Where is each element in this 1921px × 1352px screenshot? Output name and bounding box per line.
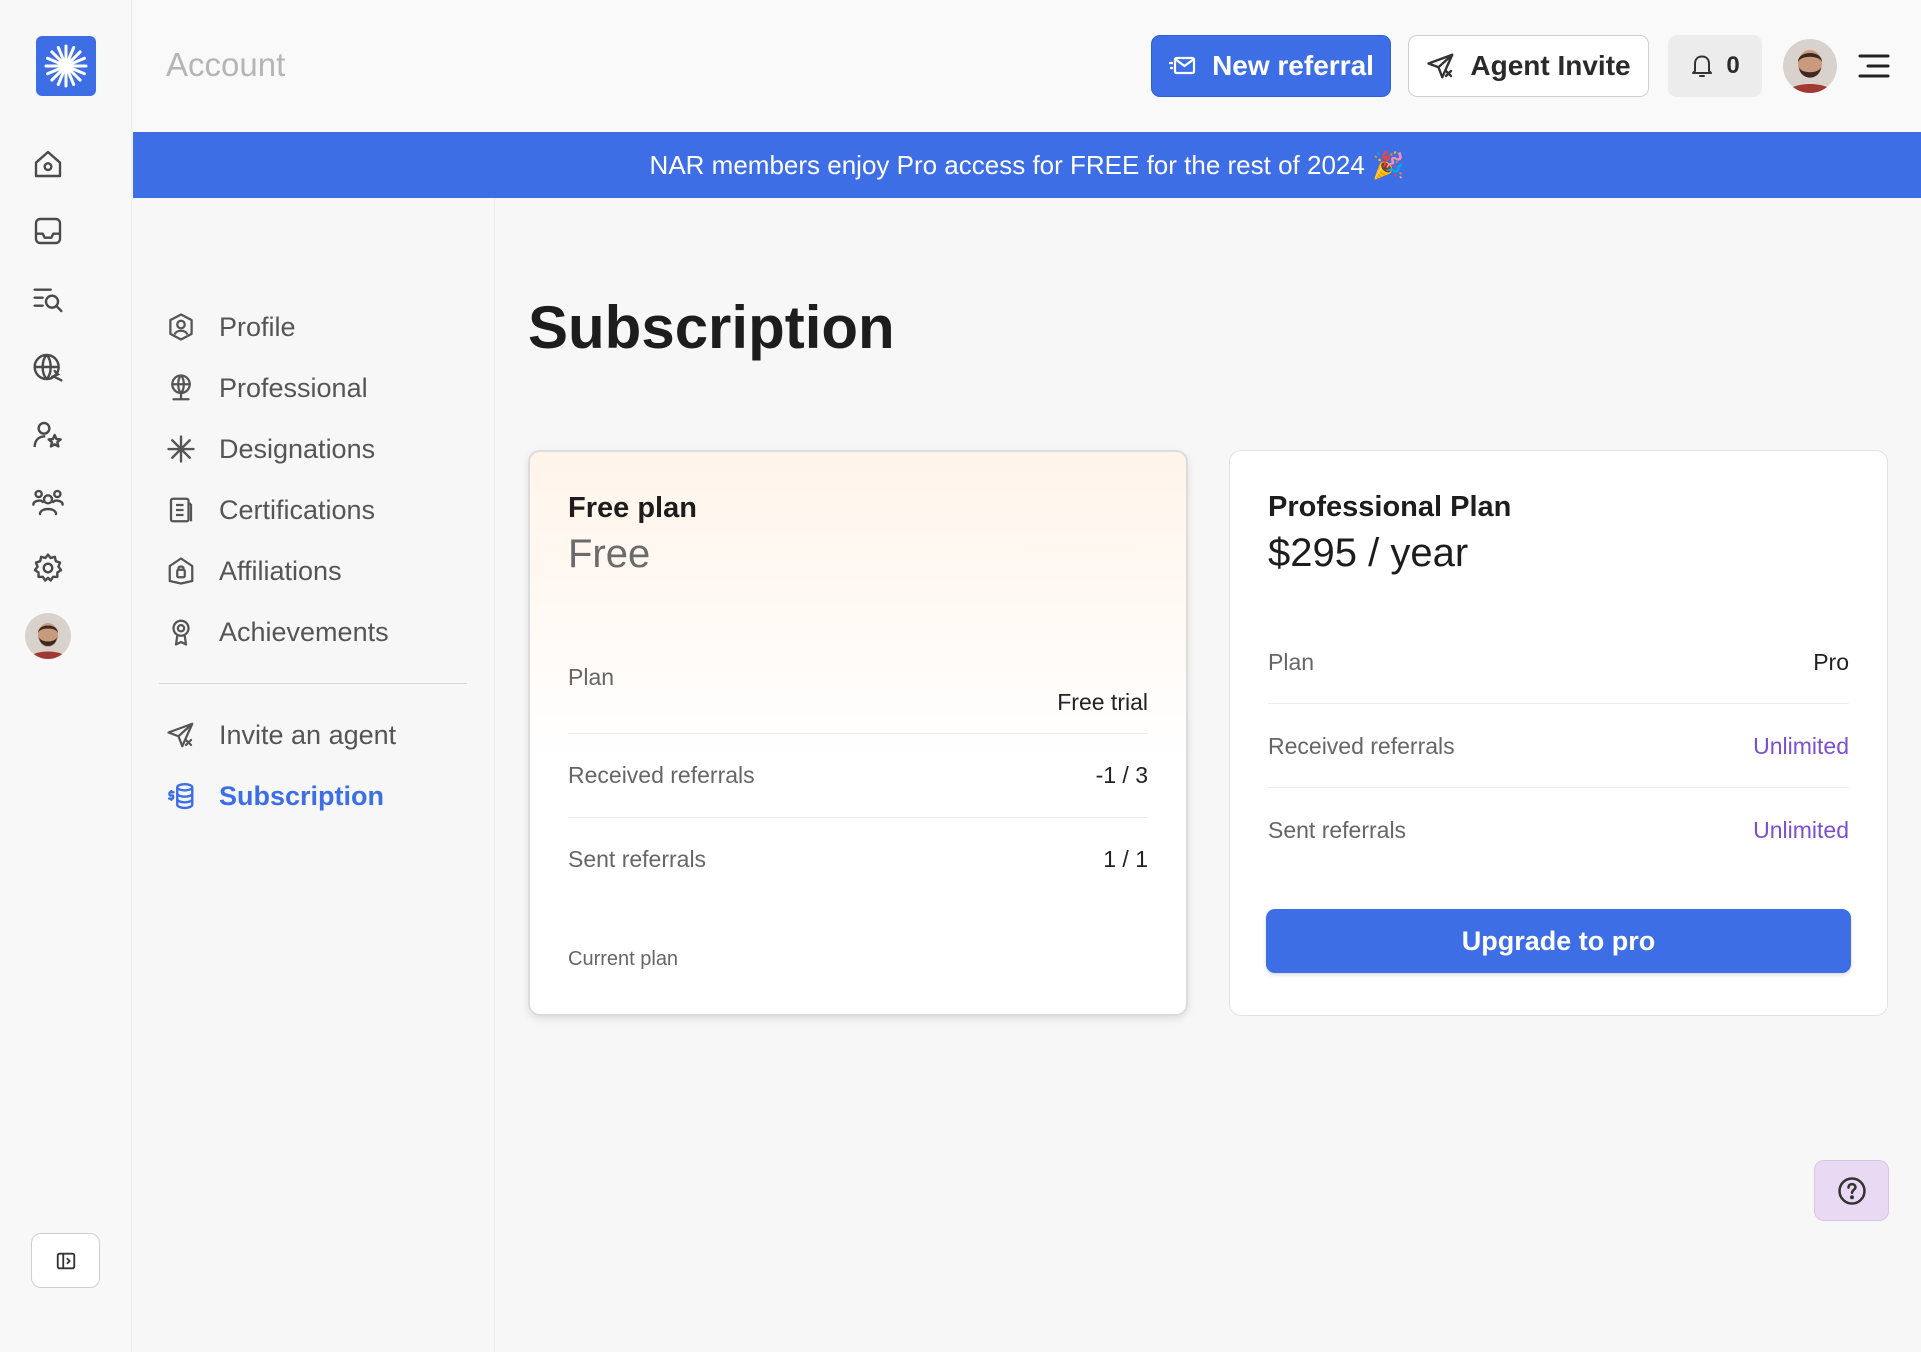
rail-user-avatar[interactable] bbox=[25, 613, 71, 659]
inbox-icon[interactable] bbox=[30, 213, 66, 249]
globe-icon[interactable] bbox=[30, 349, 66, 385]
notification-count: 0 bbox=[1726, 52, 1740, 79]
new-referral-label: New referral bbox=[1212, 50, 1374, 81]
agent-invite-button[interactable]: Agent Invite bbox=[1408, 35, 1649, 97]
nav-divider bbox=[159, 683, 467, 684]
nav-item-label: Invite an agent bbox=[219, 719, 397, 750]
gear-icon[interactable] bbox=[30, 550, 66, 586]
free-plan-card: Free plan Free Plan Free trial Received … bbox=[528, 450, 1188, 1016]
row-divider bbox=[568, 817, 1148, 818]
asterisk-icon bbox=[165, 433, 197, 465]
nav-item-label: Professional bbox=[219, 372, 368, 403]
row-label: Received referrals bbox=[568, 762, 755, 788]
top-header: Account New referral Agent Invite 0 bbox=[133, 0, 1921, 132]
page-title: Subscription bbox=[528, 294, 895, 361]
nav-item-invite-agent[interactable]: Invite an agent bbox=[165, 713, 396, 757]
promo-banner-text: NAR members enjoy Pro access for FREE fo… bbox=[649, 149, 1405, 180]
hamburger-icon bbox=[1858, 54, 1890, 78]
row-label: Sent referrals bbox=[568, 846, 707, 872]
nav-item-professional[interactable]: Professional bbox=[165, 366, 368, 410]
upgrade-to-pro-button[interactable]: Upgrade to pro bbox=[1266, 909, 1851, 973]
received-referrals-row: Received referrals -1 / 3 bbox=[568, 762, 1148, 789]
plan-row: Plan Free trial bbox=[568, 664, 1148, 724]
coins-icon bbox=[165, 780, 197, 812]
users-icon[interactable] bbox=[30, 484, 66, 520]
help-button[interactable] bbox=[1814, 1160, 1889, 1221]
nav-item-profile[interactable]: Profile bbox=[165, 305, 296, 349]
nav-item-affiliations[interactable]: Affiliations bbox=[165, 549, 342, 593]
document-icon bbox=[165, 494, 197, 526]
row-value: -1 / 3 bbox=[1095, 762, 1148, 788]
row-label: Received referrals bbox=[1268, 733, 1455, 759]
row-value: Pro bbox=[1813, 649, 1849, 675]
row-label: Plan bbox=[1268, 649, 1315, 675]
app-rail bbox=[0, 0, 132, 1352]
row-label: Sent referrals bbox=[1268, 817, 1407, 843]
plan-name: Professional Plan bbox=[1268, 491, 1512, 523]
sidebar-toggle-icon bbox=[56, 1252, 75, 1269]
pro-plan-card: Professional Plan $295 / year Plan Pro R… bbox=[1229, 450, 1888, 1016]
nav-item-label: Designations bbox=[219, 433, 376, 464]
nav-item-label: Subscription bbox=[219, 780, 385, 811]
search-list-icon[interactable] bbox=[30, 281, 66, 317]
nav-item-designations[interactable]: Designations bbox=[165, 427, 375, 471]
agent-invite-label: Agent Invite bbox=[1470, 50, 1631, 81]
mail-send-icon bbox=[1169, 56, 1196, 75]
row-divider bbox=[1268, 703, 1849, 704]
award-icon bbox=[165, 616, 197, 648]
bell-icon bbox=[1692, 55, 1713, 77]
user-circle-icon bbox=[165, 311, 197, 343]
nav-item-subscription[interactable]: Subscription bbox=[165, 774, 384, 818]
row-value: Unlimited bbox=[1753, 817, 1849, 843]
sent-referrals-row: Sent referrals Unlimited bbox=[1268, 817, 1849, 844]
row-label: Plan bbox=[568, 664, 615, 690]
row-value: Unlimited bbox=[1753, 733, 1849, 759]
header-user-avatar[interactable] bbox=[1783, 39, 1837, 93]
current-plan-label: Current plan bbox=[568, 948, 679, 970]
row-divider bbox=[1268, 787, 1849, 788]
menu-button[interactable] bbox=[1853, 48, 1895, 84]
plan-price: Free bbox=[568, 532, 651, 576]
plan-row: Plan Pro bbox=[1268, 649, 1849, 676]
nav-item-achievements[interactable]: Achievements bbox=[165, 610, 389, 654]
account-settings-nav: Profile Professional Designations Certif… bbox=[133, 198, 495, 1352]
user-star-icon[interactable] bbox=[30, 417, 66, 453]
send-icon bbox=[1427, 53, 1454, 79]
notifications-button[interactable]: 0 bbox=[1668, 35, 1762, 97]
app-logo[interactable] bbox=[36, 36, 96, 96]
plan-price: $295 / year bbox=[1268, 531, 1469, 575]
plan-name: Free plan bbox=[568, 492, 697, 524]
nav-item-label: Achievements bbox=[219, 616, 389, 647]
page-section-title: Account bbox=[166, 46, 286, 83]
home-icon[interactable] bbox=[30, 146, 66, 182]
promo-banner: NAR members enjoy Pro access for FREE fo… bbox=[133, 132, 1921, 198]
send-icon bbox=[165, 719, 197, 751]
question-circle-icon bbox=[1837, 1176, 1866, 1205]
starburst-icon bbox=[44, 44, 88, 88]
sent-referrals-row: Sent referrals 1 / 1 bbox=[568, 846, 1148, 873]
nav-item-label: Certifications bbox=[219, 494, 376, 525]
badge-icon bbox=[165, 555, 197, 587]
received-referrals-row: Received referrals Unlimited bbox=[1268, 733, 1849, 760]
nav-item-certifications[interactable]: Certifications bbox=[165, 488, 375, 532]
nav-item-label: Profile bbox=[219, 311, 296, 342]
nav-item-label: Affiliations bbox=[219, 555, 342, 586]
row-value: 1 / 1 bbox=[1103, 846, 1148, 872]
new-referral-button[interactable]: New referral bbox=[1151, 35, 1391, 97]
row-value: Free trial bbox=[1057, 689, 1148, 715]
row-divider bbox=[568, 733, 1148, 734]
collapse-sidebar-button[interactable] bbox=[31, 1233, 100, 1288]
globe-pin-icon bbox=[165, 372, 197, 404]
